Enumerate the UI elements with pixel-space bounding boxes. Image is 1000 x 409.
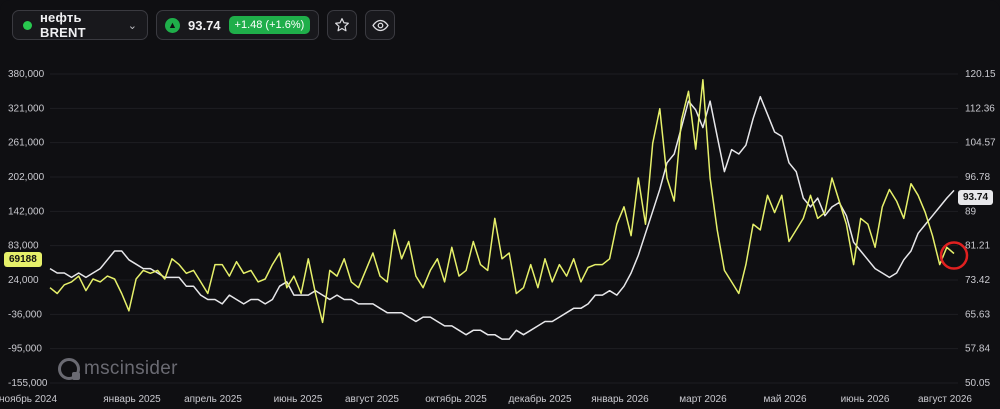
left-tick-label: -155,000 [8,378,48,389]
x-tick-label: май 2026 [763,394,806,405]
right-tick-label: 89 [965,206,977,217]
x-tick-label: август 2026 [918,394,972,405]
chart-frame: 380,000 321,000 261,000 202,000 142,000 83,00… [0,0,1000,409]
ticker-name: нефть BRENT [40,10,86,40]
status-dot [23,20,32,30]
price-change-badge: +1.48 (+1.6%) [228,16,311,34]
triangle-up-icon: ▲ [165,17,180,33]
right-tick-label: 81.21 [965,241,990,252]
x-axis-ticks: ноябрь 2024 январь 2025 апрель 2025 июнь 20… [0,393,972,405]
left-tick-label: 380,000 [8,69,45,80]
annotation-circle [939,241,969,270]
price-chart[interactable]: 380,000 321,000 261,000 202,000 142,000 83,00… [0,0,1000,409]
x-tick-label: август 2025 [345,394,399,405]
left-tick-label: 83,000 [8,241,39,252]
right-tick-label: 104.57 [965,138,996,149]
left-tick-label: 321,000 [8,103,45,114]
chart-grid [50,73,958,384]
chart-annotation [939,241,969,270]
right-tick-label: 65.63 [965,309,990,320]
right-tick-label: 57.84 [965,344,990,355]
x-tick-label: июнь 2025 [274,394,323,405]
left-tick-label: 202,000 [8,172,45,183]
right-tick-label: 96.78 [965,172,990,183]
x-tick-label: декабрь 2025 [508,393,572,405]
x-tick-label: март 2026 [679,394,727,405]
star-icon [335,18,350,32]
right-tick-label: 112.36 [965,103,995,114]
chart-series [49,79,955,340]
ticker-selector[interactable]: нефть BRENT ⌄ [12,10,148,40]
x-tick-label: январь 2026 [591,394,649,405]
x-tick-label: апрель 2025 [184,394,242,405]
eye-icon [372,19,389,31]
price-box: ▲ 93.74 +1.48 (+1.6%) [156,10,320,40]
right-current-value-badge: 93.74 [958,190,994,205]
left-tick-label: -36,000 [8,309,42,320]
x-tick-label: январь 2025 [103,394,161,405]
favorite-button[interactable] [327,10,358,40]
watermark: mscinsider [58,358,178,380]
current-price: 93.74 [188,17,221,33]
watermark-text: mscinsider [84,358,178,379]
left-tick-label: 24,000 [8,275,39,286]
watch-button[interactable] [365,10,396,40]
left-tick-label: 261,000 [8,138,45,149]
left-current-value-badge: 69188 [4,252,42,267]
x-tick-label: июнь 2026 [841,394,890,405]
left-tick-label: 142,000 [8,206,45,217]
right-tick-label: 120.15 [965,69,996,80]
left-tick-label: -95,000 [8,344,42,355]
right-tick-label: 73.42 [965,275,990,286]
left-axis-ticks: 380,000 321,000 261,000 202,000 142,000 83,00… [8,69,48,389]
msc-logo-icon [58,358,80,380]
chevron-down-icon: ⌄ [127,19,137,32]
chart-toolbar: нефть BRENT ⌄ ▲ 93.74 +1.48 (+1.6%) [12,10,396,40]
x-tick-label: октябрь 2025 [425,393,487,405]
right-axis-ticks: 120.15 112.36 104.57 96.78 89 81.21 73.42 65.63… [965,69,996,389]
x-tick-label: ноябрь 2024 [0,393,57,405]
right-tick-label: 50.05 [965,378,990,389]
